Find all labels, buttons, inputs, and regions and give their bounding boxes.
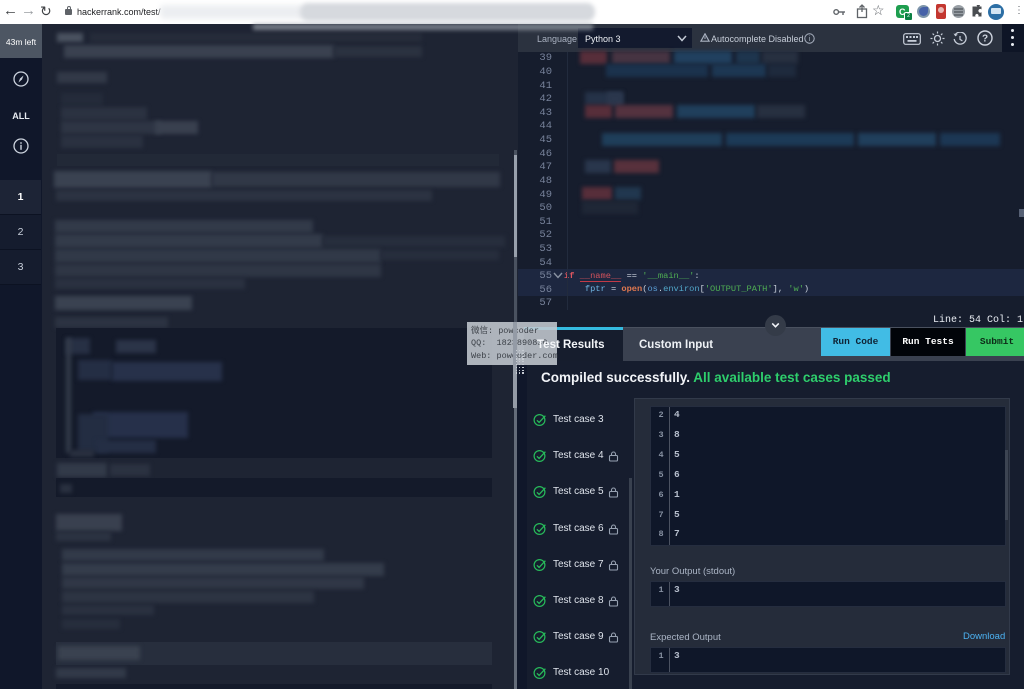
svg-text:i: i — [809, 36, 811, 43]
svg-text:?: ? — [982, 34, 988, 45]
